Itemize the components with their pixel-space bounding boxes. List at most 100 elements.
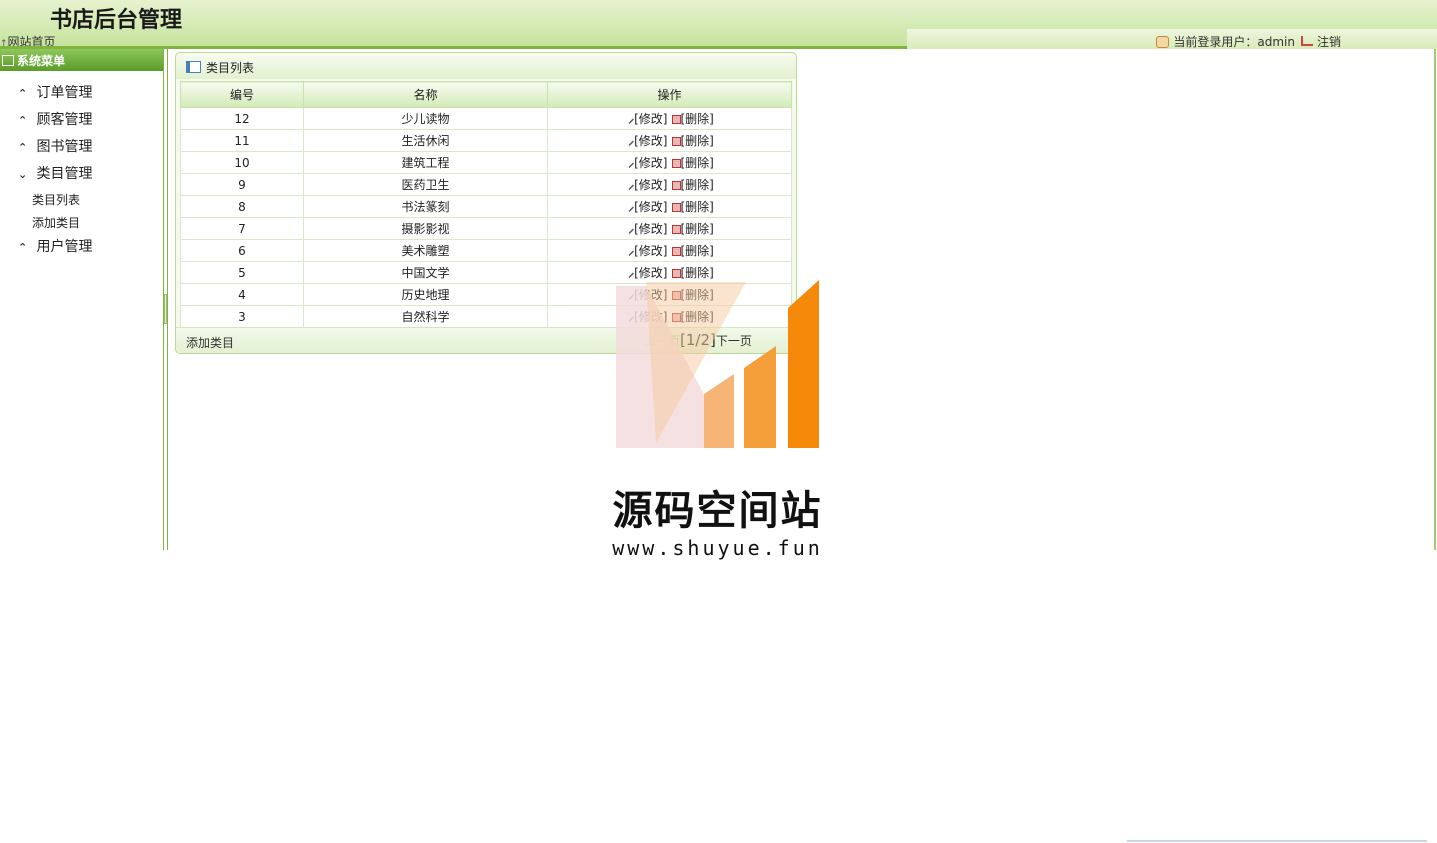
cell-id: 10 bbox=[180, 151, 304, 174]
current-user: 当前登录用户：admin 注销 bbox=[1156, 33, 1341, 50]
bottom-scroll-indicator bbox=[1127, 840, 1427, 842]
logout-icon bbox=[1300, 36, 1313, 46]
sidebar-subitem-category-list[interactable]: 类目列表 bbox=[0, 191, 163, 214]
column-header-actions: 操作 bbox=[547, 81, 792, 108]
cell-name: 历史地理 bbox=[303, 283, 548, 306]
edit-link[interactable]: [修改] bbox=[634, 222, 667, 236]
edit-link[interactable]: [修改] bbox=[634, 200, 667, 214]
chevron-up-icon: ⌃ bbox=[18, 87, 28, 100]
cell-actions: [修改] [删除] bbox=[547, 107, 792, 130]
cell-actions: [修改] [删除] bbox=[547, 151, 792, 174]
menu-edit-icon bbox=[2, 55, 14, 66]
delete-link[interactable]: [删除] bbox=[681, 200, 714, 214]
cell-actions: [修改] [删除] bbox=[547, 129, 792, 152]
cell-id: 8 bbox=[180, 195, 304, 218]
column-header-name: 名称 bbox=[303, 81, 548, 108]
delete-link[interactable]: [删除] bbox=[681, 222, 714, 236]
content-right-border bbox=[1434, 49, 1436, 550]
add-category-link[interactable]: 添加类目 bbox=[186, 334, 234, 351]
chevron-up-icon: ⌃ bbox=[18, 114, 28, 127]
sidebar-item-label: 用户管理 bbox=[36, 239, 93, 255]
cell-name: 美术雕塑 bbox=[303, 239, 548, 262]
delete-link[interactable]: [删除] bbox=[681, 178, 714, 192]
edit-icon bbox=[625, 269, 635, 278]
sidebar-item-books[interactable]: ⌃ 图书管理 bbox=[0, 137, 163, 164]
cell-name: 摄影影视 bbox=[303, 217, 548, 240]
cell-id: 11 bbox=[180, 129, 304, 152]
sidebar-header: 系统菜单 bbox=[0, 49, 163, 71]
delete-icon bbox=[671, 203, 681, 212]
table-row: 10 建筑工程 [修改] [删除] bbox=[180, 151, 792, 174]
delete-icon bbox=[671, 159, 681, 168]
app-title: 书店后台管理 bbox=[50, 8, 183, 33]
watermark: 源码空间站 www.shuyue.fun bbox=[600, 278, 835, 568]
cell-id: 3 bbox=[180, 305, 304, 328]
edit-icon bbox=[625, 159, 635, 168]
delete-icon bbox=[671, 247, 681, 256]
current-user-label: 当前登录用户：admin bbox=[1173, 35, 1295, 49]
table-icon bbox=[186, 61, 201, 73]
sidebar-item-label: 类目管理 bbox=[36, 166, 93, 182]
table-row: 12 少儿读物 [修改] [删除] bbox=[180, 107, 792, 130]
delete-icon bbox=[671, 181, 681, 190]
sidebar-item-label: 订单管理 bbox=[36, 85, 93, 101]
sidebar-item-categories[interactable]: ⌄ 类目管理 bbox=[0, 164, 163, 191]
edit-link[interactable]: [修改] bbox=[634, 156, 667, 170]
delete-link[interactable]: [删除] bbox=[681, 134, 714, 148]
edit-icon bbox=[625, 247, 635, 256]
edit-icon bbox=[625, 137, 635, 146]
edit-link[interactable]: [修改] bbox=[634, 112, 667, 126]
cell-name: 建筑工程 bbox=[303, 151, 548, 174]
cell-actions: [修改] [删除] bbox=[547, 173, 792, 196]
delete-link[interactable]: [删除] bbox=[681, 244, 714, 258]
delete-icon bbox=[671, 137, 681, 146]
sidebar-splitter[interactable] bbox=[163, 49, 168, 550]
sidebar-subitem-add-category[interactable]: 添加类目 bbox=[0, 214, 163, 237]
sidebar-subitem-label: 添加类目 bbox=[32, 216, 81, 230]
cell-id: 7 bbox=[180, 217, 304, 240]
sidebar-item-label: 顾客管理 bbox=[36, 112, 93, 128]
delete-link[interactable]: [删除] bbox=[681, 156, 714, 170]
delete-icon bbox=[671, 269, 681, 278]
edit-icon bbox=[625, 181, 635, 190]
table-row: 7 摄影影视 [修改] [删除] bbox=[180, 217, 792, 240]
cell-id: 5 bbox=[180, 261, 304, 284]
cell-name: 中国文学 bbox=[303, 261, 548, 284]
sidebar-item-users[interactable]: ⌃ 用户管理 bbox=[0, 237, 163, 264]
cell-actions: [修改] [删除] bbox=[547, 239, 792, 262]
table-header-row: 编号 名称 操作 bbox=[180, 81, 792, 108]
edit-icon bbox=[625, 203, 635, 212]
delete-link[interactable]: [删除] bbox=[681, 112, 714, 126]
logout-link[interactable]: 注销 bbox=[1317, 35, 1341, 49]
panel-title: 类目列表 bbox=[206, 61, 255, 75]
cell-name: 书法篆刻 bbox=[303, 195, 548, 218]
cell-id: 6 bbox=[180, 239, 304, 262]
chevron-up-icon: ⌃ bbox=[18, 141, 28, 154]
edit-link[interactable]: [修改] bbox=[634, 134, 667, 148]
delete-icon bbox=[671, 225, 681, 234]
edit-link[interactable]: [修改] bbox=[634, 178, 667, 192]
sidebar-header-label: 系统菜单 bbox=[17, 54, 66, 68]
cell-actions: [修改] [删除] bbox=[547, 217, 792, 240]
sidebar-menu: ⌃ 订单管理 ⌃ 顾客管理 ⌃ 图书管理 ⌄ 类目管理 类目列表 添加类目 ⌃ … bbox=[0, 71, 163, 264]
table-row: 8 书法篆刻 [修改] [删除] bbox=[180, 195, 792, 218]
cell-name: 少儿读物 bbox=[303, 107, 548, 130]
column-header-id: 编号 bbox=[180, 81, 304, 108]
cell-id: 4 bbox=[180, 283, 304, 306]
table-row: 6 美术雕塑 [修改] [删除] bbox=[180, 239, 792, 262]
sidebar-item-customers[interactable]: ⌃ 顾客管理 bbox=[0, 110, 163, 137]
delete-icon bbox=[671, 115, 681, 124]
cell-id: 9 bbox=[180, 173, 304, 196]
sidebar: 系统菜单 ⌃ 订单管理 ⌃ 顾客管理 ⌃ 图书管理 ⌄ 类目管理 类目列表 添加… bbox=[0, 49, 163, 550]
cell-name: 生活休闲 bbox=[303, 129, 548, 152]
user-icon bbox=[1156, 36, 1170, 48]
splitter-grip-icon[interactable] bbox=[164, 294, 167, 324]
cell-name: 自然科学 bbox=[303, 305, 548, 328]
top-header: 书店后台管理 ↑网站首页 当前登录用户：admin 注销 bbox=[0, 0, 1437, 49]
cell-actions: [修改] [删除] bbox=[547, 195, 792, 218]
watermark-url: www.shuyue.fun bbox=[612, 536, 823, 560]
sidebar-item-orders[interactable]: ⌃ 订单管理 bbox=[0, 83, 163, 110]
cell-id: 12 bbox=[180, 107, 304, 130]
edit-link[interactable]: [修改] bbox=[634, 244, 667, 258]
sidebar-subitem-label: 类目列表 bbox=[32, 193, 81, 207]
